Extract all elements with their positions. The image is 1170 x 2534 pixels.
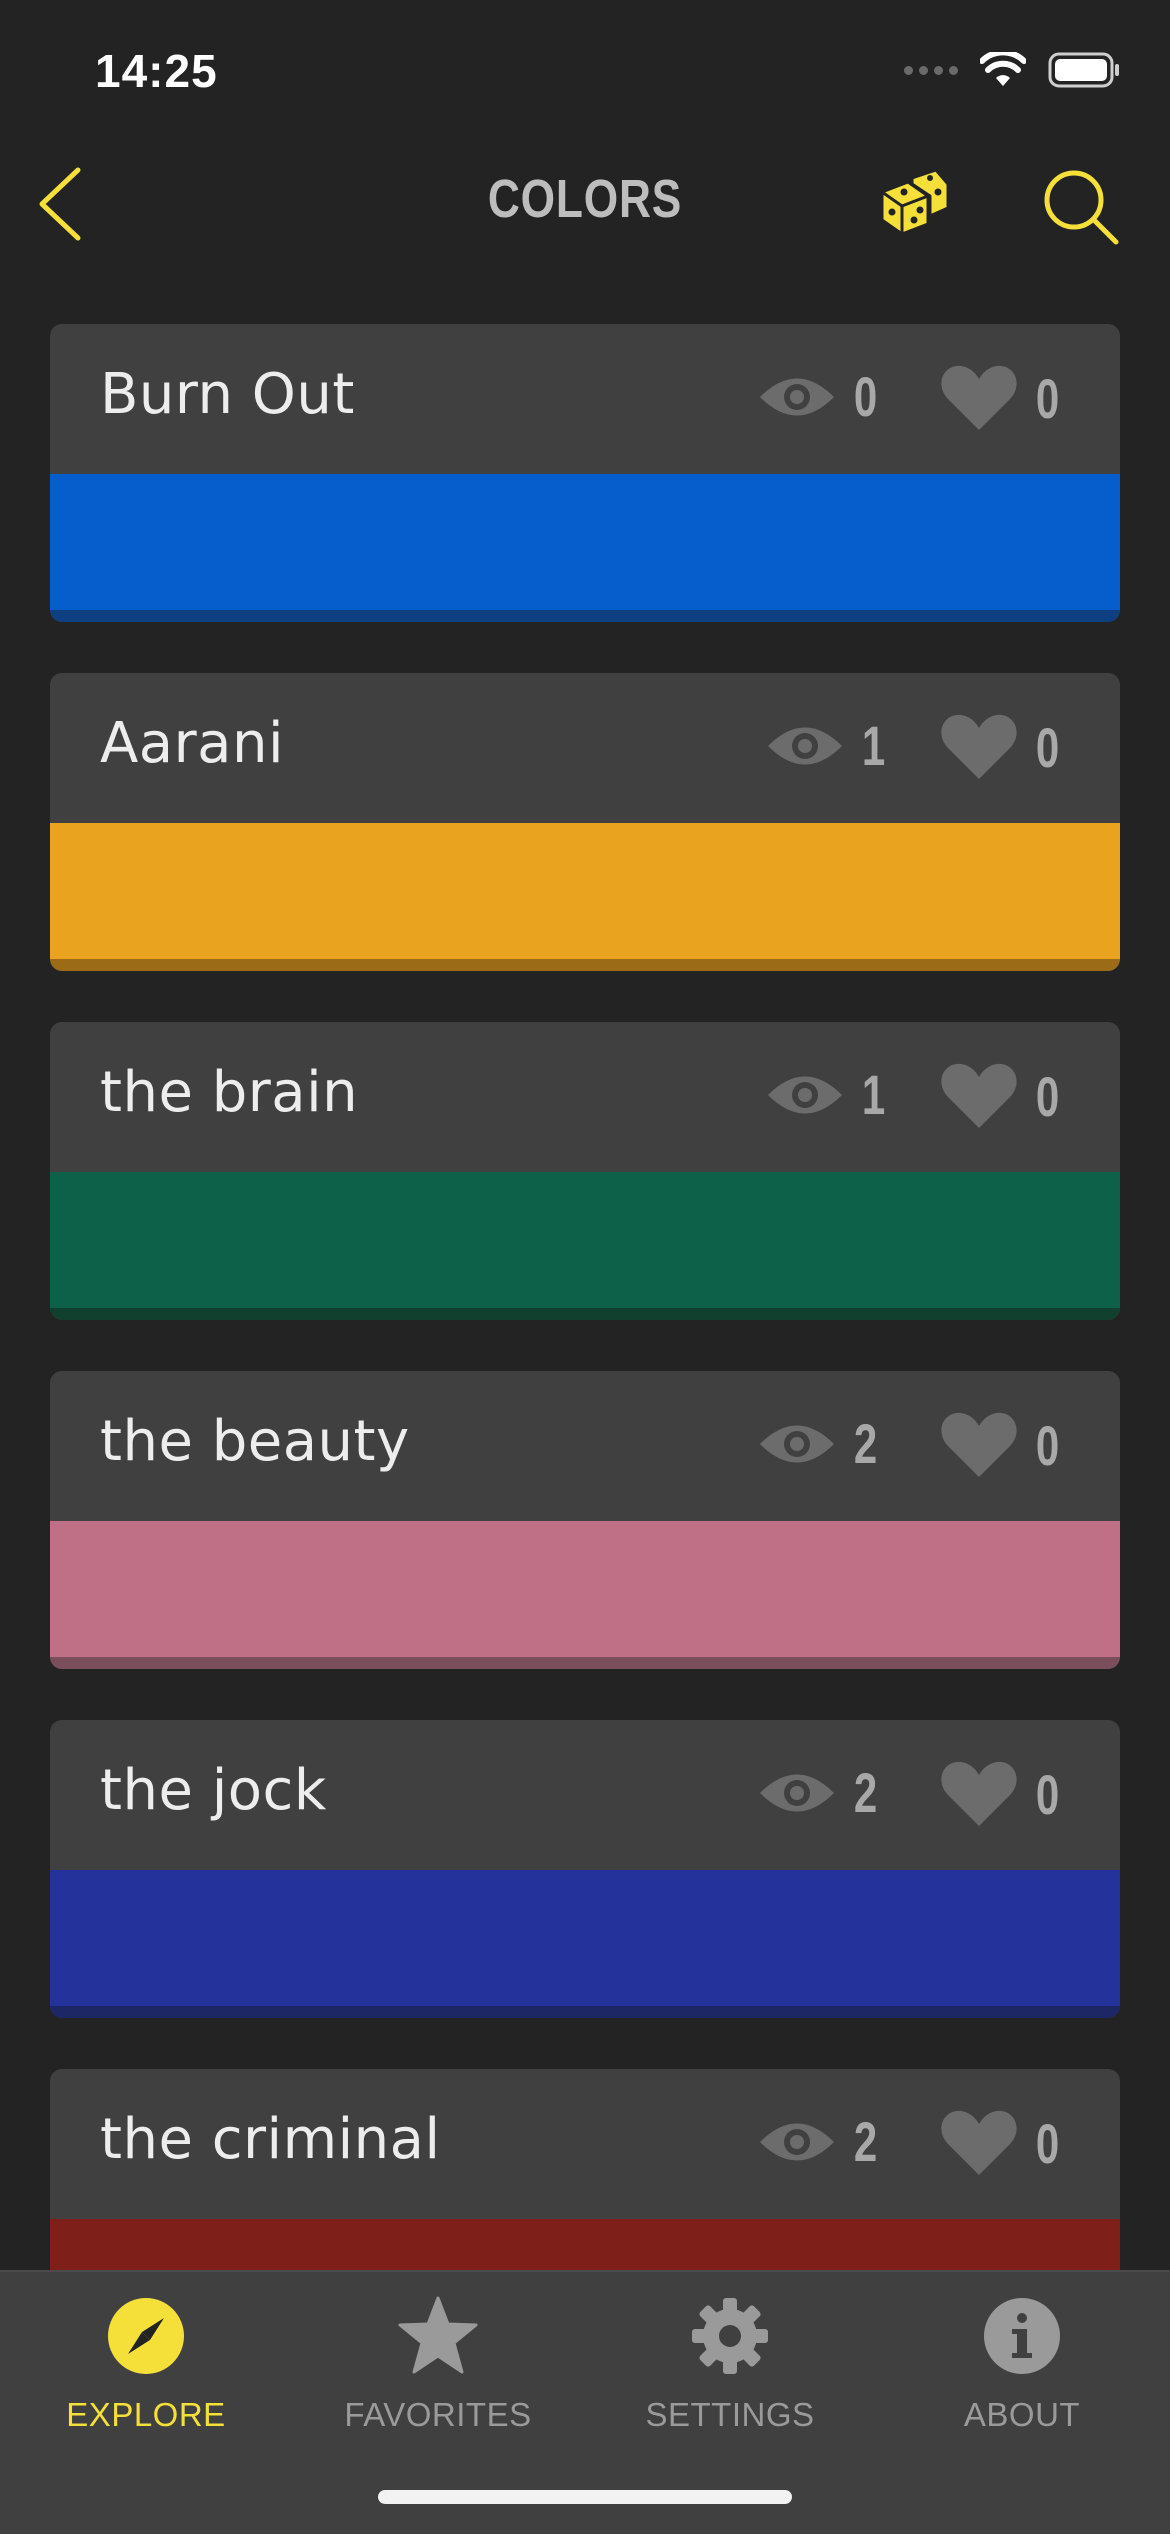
tab-about[interactable]: ABOUT xyxy=(876,2296,1168,2434)
heart-icon xyxy=(941,714,1017,779)
color-swatch-shade xyxy=(50,959,1120,971)
color-swatch-shade xyxy=(50,2006,1120,2018)
color-swatch xyxy=(50,823,1120,959)
likes-count: 0 xyxy=(940,713,1063,781)
color-card[interactable]: Burn Out 0 0 xyxy=(50,324,1120,622)
home-indicator xyxy=(378,2490,792,2504)
color-card[interactable]: the jock 2 0 xyxy=(50,1720,1120,2018)
star-icon xyxy=(398,2296,478,2374)
compass-icon xyxy=(108,2298,184,2374)
views-number: 2 xyxy=(853,1761,878,1824)
views-number: 0 xyxy=(853,365,878,428)
eye-icon xyxy=(760,378,834,415)
color-list: Burn Out 0 0 Aarani 1 0 the brain 1 0 th… xyxy=(50,324,1120,2270)
likes-number: 0 xyxy=(1035,366,1060,430)
likes-count: 0 xyxy=(940,2109,1063,2177)
heart-icon xyxy=(941,365,1017,430)
heart-icon xyxy=(941,1412,1017,1477)
color-card[interactable]: the criminal 2 0 xyxy=(50,2069,1120,2270)
views-count: 2 xyxy=(758,1760,881,1825)
views-count: 0 xyxy=(758,364,881,429)
eye-icon xyxy=(760,1774,834,1811)
eye-icon xyxy=(760,1425,834,1462)
likes-count: 0 xyxy=(940,1760,1063,1828)
color-name: Aarani xyxy=(100,711,285,776)
eye-icon xyxy=(768,727,842,764)
tab-explore-label: EXPLORE xyxy=(66,2396,226,2433)
color-swatch-shade xyxy=(50,1657,1120,1669)
heart-icon xyxy=(941,1761,1017,1826)
status-time: 14:25 xyxy=(95,45,218,97)
color-swatch xyxy=(50,1521,1120,1657)
likes-count: 0 xyxy=(940,1062,1063,1130)
eye-icon xyxy=(768,1076,842,1113)
status-bar: 14:25 xyxy=(0,0,1170,150)
navigation-bar: COLORS xyxy=(0,150,1170,260)
views-count: 2 xyxy=(758,2109,881,2174)
color-name: the criminal xyxy=(100,2107,441,2172)
views-number: 1 xyxy=(861,714,886,777)
likes-count: 0 xyxy=(940,364,1063,432)
views-count: 1 xyxy=(766,1062,889,1127)
views-number: 1 xyxy=(861,1063,886,1126)
wifi-icon xyxy=(980,52,1026,86)
eye-icon xyxy=(760,2123,834,2160)
likes-count: 0 xyxy=(940,1411,1063,1479)
views-number: 2 xyxy=(853,1412,878,1475)
color-card[interactable]: the brain 1 0 xyxy=(50,1022,1120,1320)
tab-explore[interactable]: EXPLORE xyxy=(0,2296,292,2434)
likes-number: 0 xyxy=(1035,1064,1060,1128)
color-swatch xyxy=(50,1870,1120,2006)
likes-number: 0 xyxy=(1035,2111,1060,2175)
tab-settings[interactable]: SETTINGS xyxy=(584,2296,876,2434)
tab-about-label: ABOUT xyxy=(963,2396,1081,2433)
color-swatch xyxy=(50,2219,1120,2270)
info-icon xyxy=(984,2298,1060,2374)
color-swatch-shade xyxy=(50,1308,1120,1320)
heart-icon xyxy=(941,1063,1017,1128)
views-count: 2 xyxy=(758,1411,881,1476)
tab-favorites-label: FAVORITES xyxy=(344,2396,532,2433)
likes-number: 0 xyxy=(1035,715,1060,779)
color-card[interactable]: the beauty 2 0 xyxy=(50,1371,1120,1669)
color-swatch xyxy=(50,1172,1120,1308)
color-name: the jock xyxy=(100,1758,327,1823)
tab-settings-label: SETTINGS xyxy=(645,2396,815,2433)
heart-icon xyxy=(941,2110,1017,2175)
likes-number: 0 xyxy=(1035,1413,1060,1477)
color-name: Burn Out xyxy=(100,362,355,427)
color-swatch-shade xyxy=(50,610,1120,622)
gear-icon xyxy=(692,2298,768,2374)
color-name: the brain xyxy=(100,1060,359,1125)
status-icons xyxy=(904,52,1120,88)
color-name: the beauty xyxy=(100,1409,410,1474)
likes-number: 0 xyxy=(1035,1762,1060,1826)
cellular-signal-icon xyxy=(904,65,958,75)
tab-favorites[interactable]: FAVORITES xyxy=(292,2296,584,2434)
views-number: 2 xyxy=(853,2110,878,2173)
dice-random-icon[interactable] xyxy=(872,162,952,242)
back-chevron-icon[interactable] xyxy=(34,164,90,244)
color-card[interactable]: Aarani 1 0 xyxy=(50,673,1120,971)
color-swatch xyxy=(50,474,1120,610)
search-icon[interactable] xyxy=(1040,166,1120,246)
battery-icon xyxy=(1048,52,1119,88)
views-count: 1 xyxy=(766,713,889,778)
